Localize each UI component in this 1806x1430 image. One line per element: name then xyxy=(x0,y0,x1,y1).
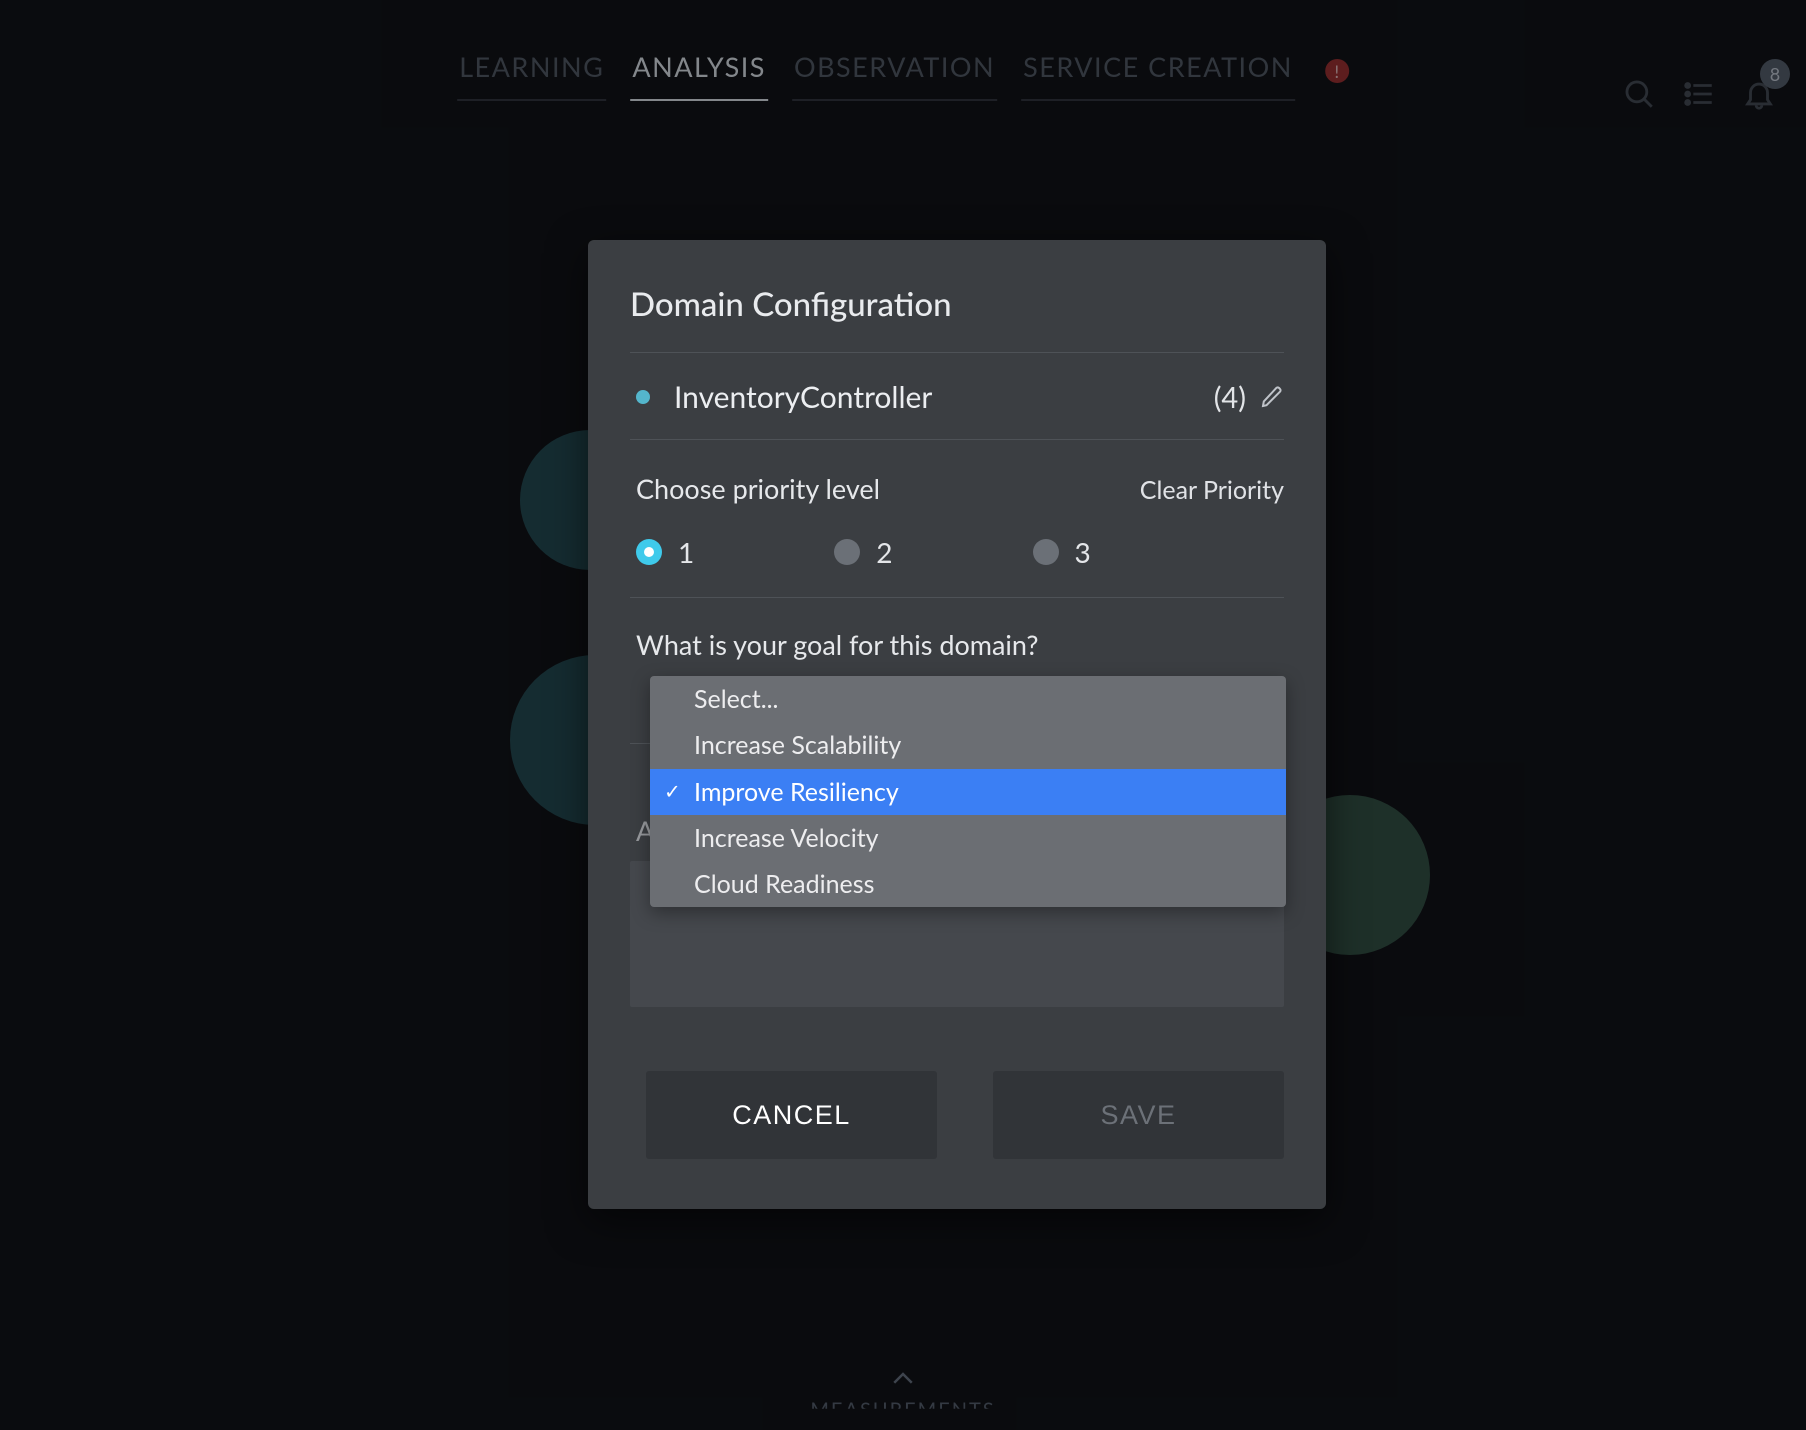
top-icon-group: 8 xyxy=(1622,77,1776,111)
cancel-button[interactable]: CANCEL xyxy=(646,1071,937,1159)
notifications-icon[interactable]: 8 xyxy=(1742,77,1776,111)
priority-option-3[interactable]: 3 xyxy=(1033,535,1091,569)
clear-priority-link[interactable]: Clear Priority xyxy=(1140,475,1284,505)
priority-label: Choose priority level xyxy=(636,472,880,505)
alert-icon[interactable]: ! xyxy=(1325,59,1349,83)
edit-icon[interactable] xyxy=(1260,385,1284,409)
priority-section: Choose priority level Clear Priority 1 2… xyxy=(630,440,1284,598)
domain-config-modal: Domain Configuration InventoryController… xyxy=(588,240,1326,1209)
modal-actions: CANCEL SAVE xyxy=(646,1071,1284,1159)
footer-label: MEASUREMENTS xyxy=(810,1398,995,1422)
list-icon[interactable] xyxy=(1682,77,1716,111)
chevron-up-icon xyxy=(888,1364,918,1394)
entity-row: InventoryController (4) xyxy=(630,353,1284,440)
goal-option-placeholder: Select... xyxy=(650,676,1286,722)
entity-name: InventoryController xyxy=(674,379,1214,415)
search-icon[interactable] xyxy=(1622,77,1656,111)
priority-number: 1 xyxy=(678,535,694,569)
tab-learning[interactable]: LEARNING xyxy=(457,40,606,101)
top-bar: LEARNING ANALYSIS OBSERVATION SERVICE CR… xyxy=(0,35,1806,105)
goal-label: What is your goal for this domain? xyxy=(636,628,1284,661)
goal-option-label: Improve Resiliency xyxy=(694,777,899,807)
entity-status-dot xyxy=(636,390,650,404)
check-icon: ✓ xyxy=(664,777,681,806)
goal-option[interactable]: Increase Scalability xyxy=(650,722,1286,768)
priority-option-1[interactable]: 1 xyxy=(636,535,694,569)
tab-observation[interactable]: OBSERVATION xyxy=(792,40,997,101)
entity-count: (4) xyxy=(1214,380,1246,415)
priority-radio-group: 1 2 3 xyxy=(636,535,1284,569)
modal-title: Domain Configuration xyxy=(630,284,1284,353)
footer-measurements[interactable]: MEASUREMENTS xyxy=(0,1364,1806,1430)
tab-analysis[interactable]: ANALYSIS xyxy=(630,40,768,101)
goal-option[interactable]: Cloud Readiness xyxy=(650,861,1286,907)
save-button[interactable]: SAVE xyxy=(993,1071,1284,1159)
tab-service-creation[interactable]: SERVICE CREATION xyxy=(1021,40,1295,101)
priority-number: 2 xyxy=(876,535,892,569)
goal-option[interactable]: Increase Velocity xyxy=(650,815,1286,861)
priority-number: 3 xyxy=(1075,535,1091,569)
goal-option-selected[interactable]: ✓ Improve Resiliency xyxy=(650,769,1286,815)
radio-icon xyxy=(1033,539,1059,565)
priority-option-2[interactable]: 2 xyxy=(834,535,892,569)
radio-icon xyxy=(834,539,860,565)
nav-tabs: LEARNING ANALYSIS OBSERVATION SERVICE CR… xyxy=(457,40,1349,101)
goal-dropdown[interactable]: Select... Increase Scalability ✓ Improve… xyxy=(650,676,1286,907)
notification-count-badge: 8 xyxy=(1760,59,1790,89)
goal-section: What is your goal for this domain? Selec… xyxy=(630,598,1284,784)
radio-icon xyxy=(636,539,662,565)
